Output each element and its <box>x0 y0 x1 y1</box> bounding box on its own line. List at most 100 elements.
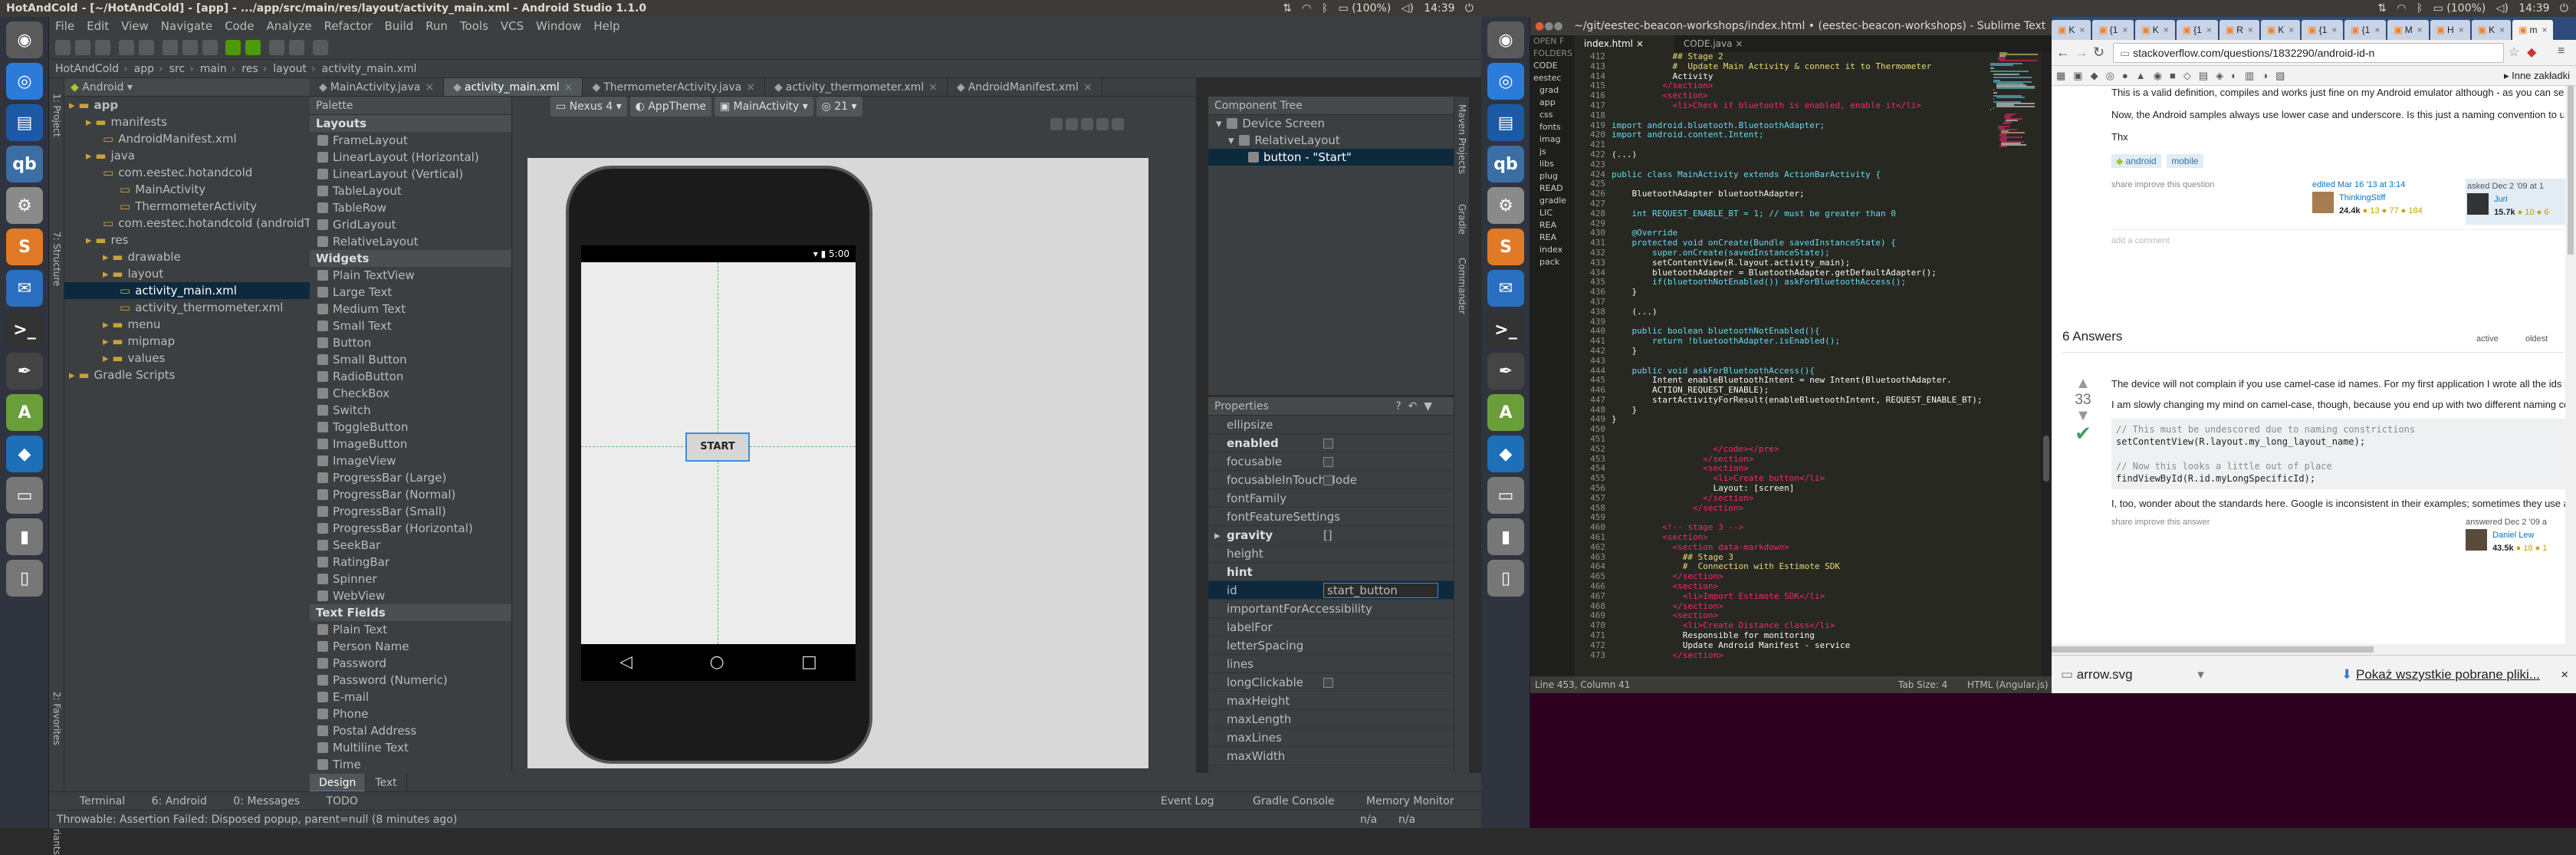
inkscape-icon[interactable]: ✒ <box>6 353 43 390</box>
sidebar-file-item[interactable]: js <box>1530 146 1575 158</box>
todo-tool-tab[interactable]: TODO <box>326 795 357 807</box>
redo-icon[interactable] <box>138 40 154 55</box>
menu-file[interactable]: File <box>55 19 74 33</box>
scrollbar-thumb[interactable] <box>2043 436 2049 482</box>
commander-tool-tab[interactable]: Commander <box>1457 258 1467 314</box>
palette-item[interactable]: Password <box>310 655 511 672</box>
download-item[interactable]: ▭ arrow.svg ▾ <box>2061 667 2204 682</box>
palette-item[interactable]: Plain TextView <box>310 267 511 284</box>
breadcrumb-item[interactable]: res <box>242 63 258 75</box>
show-all-downloads[interactable]: ⬇ Pokaż wszystkie pobrane pliki... <box>2341 656 2540 694</box>
palette-item[interactable]: SeekBar <box>310 537 511 554</box>
save-icon[interactable] <box>75 40 90 55</box>
palette-item[interactable]: Phone <box>310 705 511 722</box>
palette-item[interactable]: ProgressBar (Small) <box>310 503 511 520</box>
property-row[interactable]: ellipsize <box>1208 416 1454 434</box>
property-row[interactable]: height <box>1208 544 1454 563</box>
forward-icon[interactable]: → <box>2075 44 2088 61</box>
palette-item[interactable]: Time <box>310 756 511 773</box>
close-icon[interactable]: × <box>2122 25 2128 35</box>
thunderbird-icon[interactable]: ✉ <box>1487 270 1524 307</box>
minimize-icon[interactable]: ● <box>1544 20 1553 32</box>
zoom-fit-icon[interactable] <box>1050 118 1063 130</box>
checkbox-icon[interactable] <box>1323 439 1333 449</box>
qbittorrent-icon[interactable]: qb <box>1487 146 1524 183</box>
refresh-icon[interactable] <box>1112 118 1124 130</box>
project-view-selector[interactable]: ◆ Android ▾ <box>64 78 310 97</box>
sidebar-file-item[interactable]: REA <box>1530 219 1575 232</box>
help-icon[interactable] <box>312 40 328 55</box>
avatar[interactable] <box>2467 193 2489 215</box>
question-actions[interactable]: share improve this question <box>2111 179 2215 192</box>
zoom-out-icon[interactable] <box>1096 118 1109 130</box>
project-tree-item[interactable]: ▭ com.eestec.hotandcold <box>64 164 310 181</box>
close-icon[interactable]: × <box>2206 25 2212 35</box>
menu-navigate[interactable]: Navigate <box>161 19 212 33</box>
minimap[interactable] <box>1990 52 2041 676</box>
answer-actions[interactable]: share improve this answer <box>2111 516 2210 529</box>
avd-manager-icon[interactable] <box>289 40 305 55</box>
palette-section[interactable]: Widgets <box>310 250 511 267</box>
tree-button-start[interactable]: button - "Start" <box>1208 149 1454 166</box>
sidebar-file-item[interactable]: READ <box>1530 183 1575 195</box>
project-tree-item[interactable]: ▭ ThermometerActivity <box>64 198 310 215</box>
palette-item[interactable]: FrameLayout <box>310 132 511 149</box>
menu-window[interactable]: Window <box>536 19 581 33</box>
property-row[interactable]: ▸ gravity [] <box>1208 526 1454 544</box>
favorites-tool-tab[interactable]: 2: Favorites <box>51 692 62 745</box>
terminal-tool-tab[interactable]: Terminal <box>80 795 125 807</box>
palette-item[interactable]: Plain Text <box>310 621 511 638</box>
checkbox-icon[interactable] <box>1323 475 1333 485</box>
sidebar-file-item[interactable]: pack <box>1530 256 1575 268</box>
editor-tab[interactable]: ◆ ThermometerActivity.java × <box>583 78 765 96</box>
browser-tab[interactable]: ▣ K × <box>2260 20 2301 40</box>
bluetooth-icon[interactable]: ᛒ <box>2417 2 2423 15</box>
start-button[interactable]: START <box>685 432 750 462</box>
open-icon[interactable] <box>55 40 71 55</box>
run-icon[interactable] <box>225 40 242 55</box>
menu-build[interactable]: Build <box>385 19 414 33</box>
page-scrollbar[interactable] <box>2565 86 2576 655</box>
trash-icon[interactable]: ▯ <box>1487 560 1524 597</box>
menu-help[interactable]: Help <box>593 19 619 33</box>
checkbox-icon[interactable] <box>1323 457 1333 467</box>
project-tree-item[interactable]: ▭ AndroidManifest.xml <box>64 130 310 147</box>
palette-item[interactable]: ImageView <box>310 452 511 469</box>
zoom-in-icon[interactable] <box>1081 118 1093 130</box>
property-row[interactable]: lines <box>1208 655 1454 673</box>
sidebar-file-item[interactable]: plug <box>1530 170 1575 183</box>
paste-icon[interactable] <box>202 40 218 55</box>
wifi-icon[interactable]: ◠ <box>1302 2 1311 15</box>
status-message[interactable]: Throwable: Assertion Failed: Disposed po… <box>57 814 457 826</box>
ubuntu-dash-icon[interactable]: ◉ <box>6 21 43 58</box>
palette-item[interactable]: Multiline Text <box>310 739 511 756</box>
browser-tab[interactable]: ▣ {1 × <box>2176 20 2218 40</box>
bluetooth-icon[interactable]: ᛒ <box>1322 2 1328 15</box>
edited-date[interactable]: edited Mar 16 '13 at 3:14 <box>2312 179 2427 192</box>
address-bar[interactable]: ▭ stackoverflow.com/questions/1832290/an… <box>2113 43 2504 63</box>
sidebar-file-item[interactable]: fonts <box>1530 121 1575 133</box>
bookmark-icons[interactable]: ▦▣◆◎●▲◉■◇▤◈◐▥◑▧ <box>2056 70 2292 81</box>
project-tree-item[interactable]: ▸ ▬ layout <box>64 265 310 282</box>
palette-item[interactable]: ToggleButton <box>310 419 511 436</box>
code-area[interactable]: ## Stage 2 # Update Main Activity & conn… <box>1612 52 1990 676</box>
palette-item[interactable]: RatingBar <box>310 554 511 571</box>
browser-tab[interactable]: ▣ K × <box>2052 20 2091 40</box>
terminal-icon[interactable]: >_ <box>1487 311 1524 348</box>
close-icon[interactable]: × <box>2561 656 2568 694</box>
breadcrumb-item[interactable]: main <box>200 63 227 75</box>
back-icon[interactable]: ◁ <box>619 644 632 681</box>
upvote-icon[interactable]: ▲ <box>2062 376 2104 391</box>
breadcrumb-item[interactable]: src <box>169 63 185 75</box>
browser-tab[interactable]: ▣ K × <box>2471 20 2512 40</box>
menu-tools[interactable]: Tools <box>460 19 488 33</box>
palette-item[interactable]: Small Button <box>310 351 511 368</box>
expand-icon[interactable]: ▸ <box>1214 526 1221 544</box>
property-row[interactable]: focusable <box>1208 452 1454 471</box>
close-icon[interactable]: × <box>1636 38 1644 49</box>
editor-tab[interactable]: ◆ activity_main.xml × <box>444 78 583 96</box>
property-row[interactable]: id start_button <box>1208 581 1454 600</box>
close-icon[interactable]: × <box>2164 25 2169 35</box>
browser-tab[interactable]: ▣ K × <box>2135 20 2175 40</box>
tree-relativelayout[interactable]: ▾ RelativeLayout <box>1208 132 1454 149</box>
